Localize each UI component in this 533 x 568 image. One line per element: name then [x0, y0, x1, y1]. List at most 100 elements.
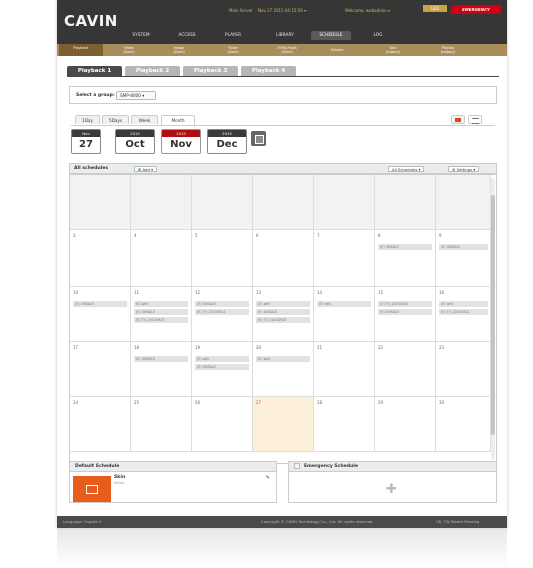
subnav-image-zone[interactable]: Image (Zone) — [157, 44, 201, 56]
schedule-event[interactable]: (E) ONSALE — [195, 364, 249, 370]
calendar-day-cell[interactable] — [70, 175, 131, 230]
calendar-day-cell[interactable] — [131, 175, 192, 230]
subnav-html-zone[interactable]: HTML/Flash (Zone) — [262, 44, 312, 56]
calendar-day-cell[interactable]: 21 — [314, 342, 375, 397]
schedule-event[interactable]: (E) wiki — [195, 356, 249, 362]
subnav-skin-legacy[interactable]: Skin (Legacy) — [371, 44, 415, 56]
calendar-day-cell[interactable]: 16 (E) wiki (E) TV_20150924 — [436, 287, 491, 342]
schedule-event[interactable]: (E) ONSALE — [134, 309, 188, 315]
scroll-thumb[interactable] — [491, 195, 495, 435]
today-button[interactable]: Nov 27 — [71, 129, 101, 154]
calendar-day-cell[interactable]: 17 — [70, 342, 131, 397]
calendar-day-cell[interactable]: 29 — [375, 397, 436, 452]
schedule-event[interactable]: (E) ONSALE — [134, 356, 188, 362]
edit-pencil-icon[interactable]: ✎ — [266, 475, 270, 481]
schedule-event[interactable]: (E) ONSALE — [439, 244, 488, 250]
subnav-volume[interactable]: Volume — [315, 44, 359, 56]
calendar-day-cell[interactable] — [375, 175, 436, 230]
calendar-view-icon[interactable] — [451, 115, 465, 124]
subnav-playback[interactable]: Playback — [59, 44, 103, 56]
schedule-event[interactable]: (E) ONSALE — [195, 301, 249, 307]
schedule-filter-dropdown[interactable]: All Schedules ▾ — [388, 166, 425, 172]
nav-log[interactable]: LOG — [363, 31, 393, 40]
calendar-day-cell[interactable]: 3 — [70, 230, 131, 287]
calendar-day-cell[interactable] — [436, 175, 491, 230]
calendar-day-cell[interactable]: 28 — [314, 397, 375, 452]
schedule-event[interactable]: (E) TV_20150924 — [134, 317, 188, 323]
calendar-day-cell[interactable]: 30 — [436, 397, 491, 452]
schedule-event[interactable]: (E) TV_20150924 — [195, 309, 249, 315]
calendar-day-cell[interactable]: 7 — [314, 230, 375, 287]
schedule-event[interactable]: (E) TV_20150924 — [439, 309, 488, 315]
calendar-day-cell[interactable]: 12 (E) ONSALE (E) TV_20150924 — [192, 287, 253, 342]
settings-dropdown[interactable]: ⚙ Settings ▾ — [448, 166, 480, 172]
date-picker-icon[interactable] — [251, 131, 266, 146]
add-schedule-button[interactable]: ⊞ Add ▾ — [134, 166, 157, 172]
calendar-day-cell[interactable]: 9 (E) ONSALE — [436, 230, 491, 287]
nav-player[interactable]: PLAYER — [218, 31, 248, 40]
calendar-day-cell[interactable]: 4 — [131, 230, 192, 287]
calendar-day-cell[interactable]: 19 (E) wiki (E) ONSALE — [192, 342, 253, 397]
calendar-day-cell[interactable]: 25 — [131, 397, 192, 452]
calendar-day-cell[interactable]: 11 (E) wiki (E) ONSALE (E) TV_20150924 — [131, 287, 192, 342]
led-button[interactable]: LED — [423, 5, 447, 12]
tab-playback-3[interactable]: Playback 3 — [183, 66, 238, 76]
calendar-day-cell[interactable]: 24 — [70, 397, 131, 452]
subnav-ticker-zone[interactable]: Ticker (Zone) — [211, 44, 255, 56]
calendar-day-cell[interactable]: 23 — [436, 342, 491, 397]
language-selector[interactable]: Language: English ▾ — [63, 516, 101, 528]
schedule-event[interactable]: (E) TV_20150924 — [378, 301, 432, 307]
tab-1day[interactable]: 1Day — [75, 115, 100, 124]
tab-playback-4[interactable]: Playback 4 — [241, 66, 296, 76]
calendar-day-cell[interactable]: 13 (E) wiki (E) ONSALE (E) TV_20150924 — [253, 287, 314, 342]
schedule-event[interactable]: (E) wiki — [256, 356, 310, 362]
emergency-button[interactable]: EMERGENCY — [450, 5, 502, 14]
schedule-event[interactable]: (E) wiki — [439, 301, 488, 307]
nav-schedule[interactable]: SCHEDULE — [311, 31, 351, 40]
schedule-event[interactable]: (E) wiki — [134, 301, 188, 307]
month-dec-button[interactable]: 2015 Dec — [207, 129, 247, 154]
calendar-day-cell[interactable]: 5 — [192, 230, 253, 287]
schedule-event[interactable]: (E) ONSALE — [378, 244, 432, 250]
group-select[interactable]: SMP-8000 ▾ — [116, 91, 156, 100]
schedule-event[interactable]: (E) ONSALE — [73, 301, 127, 307]
datetime-selector[interactable]: Nov 27 2015 04:15:59 ▾ — [258, 8, 306, 13]
emergency-checkbox[interactable] — [294, 462, 300, 469]
calendar-day-cell[interactable]: 6 — [253, 230, 314, 287]
calendar-day-cell[interactable] — [253, 175, 314, 230]
list-view-icon[interactable] — [468, 115, 482, 124]
subnav-video-zone[interactable]: Video (Zone) — [107, 44, 151, 56]
nav-system[interactable]: SYSTEM — [126, 31, 156, 40]
tab-playback-2[interactable]: Playback 2 — [125, 66, 180, 76]
tab-5days[interactable]: 5Days — [102, 115, 129, 124]
calendar-day-cell[interactable]: 18 (E) ONSALE — [131, 342, 192, 397]
calendar-day-cell[interactable]: 14 (E) wiki — [314, 287, 375, 342]
schedule-event[interactable]: (E) wiki — [317, 301, 371, 307]
schedule-event[interactable]: (E) ONSALE — [256, 309, 310, 315]
calendar-day-cell[interactable]: 20 (E) wiki — [253, 342, 314, 397]
nav-library[interactable]: LIBRARY — [268, 31, 302, 40]
calendar-day-cell[interactable]: 26 — [192, 397, 253, 452]
calendar-day-cell[interactable] — [192, 175, 253, 230]
tab-month[interactable]: Month — [161, 115, 195, 125]
schedule-event[interactable]: (E) wiki — [256, 301, 310, 307]
calendar-day-cell[interactable]: 22 — [375, 342, 436, 397]
nav-access[interactable]: ACCESS — [172, 31, 202, 40]
calendar-scrollbar[interactable] — [491, 178, 495, 460]
day-number: 14 — [317, 290, 323, 295]
schedule-event[interactable]: (E) ONSALE — [378, 309, 432, 315]
user-menu[interactable]: Welcome, webadmin ▾ — [345, 8, 390, 13]
calendar-day-cell[interactable]: 8 (E) ONSALE — [375, 230, 436, 287]
skin-thumbnail[interactable] — [73, 476, 111, 502]
tab-playback-1[interactable]: Playback 1 — [67, 66, 122, 76]
month-nov-button[interactable]: 2015 Nov — [161, 129, 201, 154]
subnav-playlist-legacy[interactable]: Playlist (Legacy) — [426, 44, 470, 56]
calendar-day-cell[interactable]: 27 — [253, 397, 314, 452]
month-oct-button[interactable]: 2015 Oct — [115, 129, 155, 154]
calendar-day-cell[interactable] — [314, 175, 375, 230]
tab-week[interactable]: Week — [131, 115, 158, 124]
calendar-day-cell[interactable]: 15 (E) TV_20150924 (E) ONSALE — [375, 287, 436, 342]
schedule-event[interactable]: (E) TV_20150924 — [256, 317, 310, 323]
calendar-day-cell[interactable]: 10 (E) ONSALE — [70, 287, 131, 342]
add-emergency-icon[interactable]: ✚ — [386, 482, 397, 497]
